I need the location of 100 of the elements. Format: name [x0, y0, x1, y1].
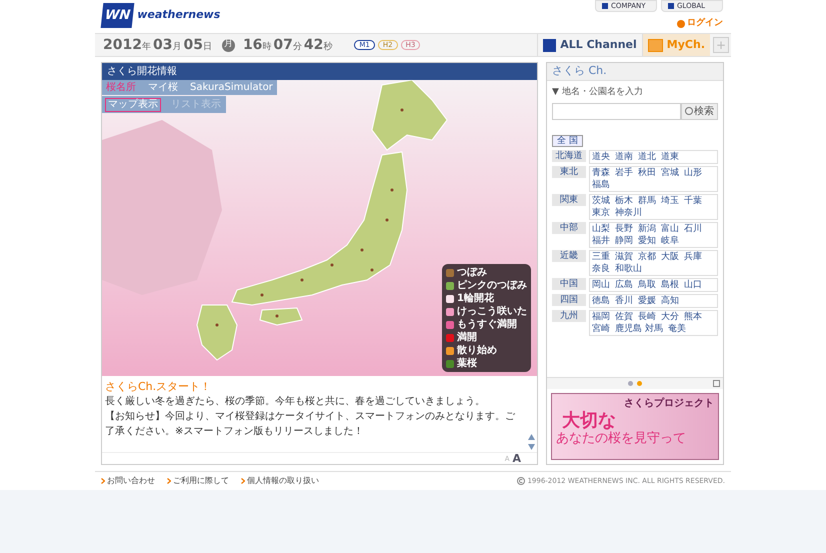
- area-link[interactable]: 道北: [638, 150, 658, 162]
- legend-label: ピンクのつぼみ: [457, 280, 527, 291]
- area-link[interactable]: 高知: [661, 294, 681, 306]
- expand-icon[interactable]: [713, 380, 720, 387]
- region-button[interactable]: 北海道: [552, 150, 586, 162]
- footer-link[interactable]: ご利用に際して: [167, 475, 229, 487]
- banner[interactable]: さくらプロジェクト 大切な あなたの桜を見守って: [551, 393, 719, 460]
- area-link[interactable]: 福井: [592, 234, 612, 246]
- logo-mark[interactable]: WN: [100, 3, 135, 28]
- area-link[interactable]: 愛知: [638, 234, 658, 246]
- region-button[interactable]: 九州: [552, 310, 586, 322]
- region-button[interactable]: 中部: [552, 222, 586, 234]
- date-unit: 時: [262, 40, 272, 54]
- area-link[interactable]: 島根: [661, 278, 681, 290]
- area-link[interactable]: 道東: [661, 150, 681, 162]
- area-link[interactable]: 鹿児島: [615, 322, 642, 334]
- banner-headline: 大切な: [561, 411, 617, 431]
- area-link[interactable]: 埼玉: [661, 194, 681, 206]
- area-link[interactable]: 鳥取: [638, 278, 658, 290]
- region-button[interactable]: 関東: [552, 194, 586, 206]
- date-number: 07: [273, 36, 293, 54]
- search-button[interactable]: 検索: [681, 102, 718, 120]
- area-link[interactable]: 対馬: [645, 322, 665, 334]
- area-link[interactable]: 神奈川: [615, 206, 642, 218]
- area-link[interactable]: 京都: [638, 250, 658, 262]
- region-button[interactable]: 近畿: [552, 250, 586, 262]
- date-number: 42: [304, 36, 324, 54]
- area-link[interactable]: 長崎: [638, 310, 658, 322]
- area-link[interactable]: 石川: [684, 222, 704, 234]
- area-link[interactable]: 宮城: [661, 166, 681, 178]
- area-link[interactable]: 山口: [684, 278, 704, 290]
- news-text: 長く厳しい冬を過ぎたら、桜の季節。今年も桜と共に、春を過ごしていきましょう。: [105, 394, 486, 409]
- area-link[interactable]: 新潟: [638, 222, 658, 234]
- date-unit: 月: [172, 40, 182, 54]
- area-link[interactable]: 岩手: [615, 166, 635, 178]
- search-icon: [685, 107, 693, 115]
- area-link[interactable]: 香川: [615, 294, 635, 306]
- area-link[interactable]: 徳島: [592, 294, 612, 306]
- area-link[interactable]: 富山: [661, 222, 681, 234]
- area-link[interactable]: 東京: [592, 206, 612, 218]
- date-number: 2012: [103, 36, 142, 54]
- banner-tagline: あなたの桜を見守って: [556, 431, 687, 447]
- date-unit: 分: [292, 40, 302, 54]
- area-link[interactable]: 宮崎: [592, 322, 612, 334]
- legend-label: 1輪開花: [457, 293, 494, 304]
- square-icon: [668, 3, 674, 9]
- area-link[interactable]: 広島: [615, 278, 635, 290]
- news-title: さくらCh.スタート！: [105, 379, 212, 394]
- region-button[interactable]: 東北: [552, 166, 586, 178]
- area-link[interactable]: 大阪: [661, 250, 681, 262]
- area-link[interactable]: 長野: [615, 222, 635, 234]
- area-link[interactable]: 熊本: [684, 310, 704, 322]
- area-link[interactable]: 秋田: [638, 166, 658, 178]
- area-link[interactable]: 茨城: [592, 194, 612, 206]
- footer-link[interactable]: 個人情報の取り扱い: [241, 475, 319, 487]
- area-link[interactable]: 道南: [615, 150, 635, 162]
- legend-label: もうすぐ満開: [457, 319, 517, 330]
- chevron-icon: [101, 478, 105, 484]
- area-link[interactable]: 福岡: [592, 310, 612, 322]
- area-link[interactable]: 奈良: [592, 262, 612, 274]
- banner-kicker: さくらプロジェクト: [624, 396, 714, 411]
- area-link[interactable]: 岐阜: [661, 234, 681, 246]
- channel-tab[interactable]: ALL Channel: [537, 34, 642, 56]
- area-link[interactable]: 兵庫: [684, 250, 704, 262]
- area-link[interactable]: 山形: [684, 166, 704, 178]
- area-link[interactable]: 栃木: [615, 194, 635, 206]
- region-button[interactable]: 全 国: [552, 134, 583, 146]
- area-link[interactable]: 岡山: [592, 278, 612, 290]
- area-link[interactable]: 青森: [592, 166, 612, 178]
- region-button[interactable]: 四国: [552, 294, 586, 306]
- logo-text[interactable]: weathernews: [137, 7, 220, 24]
- legend-label: 満開: [457, 332, 477, 343]
- date-number: 16: [242, 36, 262, 54]
- news-text: 【お知らせ】今回より、マイ桜登録はケータイサイト、スマートフォンのみとなります。ご了承ください。※スマートフォン版もリリースしました！: [105, 410, 516, 439]
- copyright-icon: [517, 477, 526, 485]
- area-link[interactable]: 大分: [661, 310, 681, 322]
- scroll-down-icon[interactable]: [528, 444, 534, 450]
- date-number: 05: [183, 36, 203, 54]
- area-link[interactable]: 千葉: [684, 194, 704, 206]
- search-label: ▼ 地名・公園名を入力: [552, 86, 644, 99]
- scroll-up-icon[interactable]: [528, 434, 534, 440]
- region-button[interactable]: 中国: [552, 278, 586, 290]
- area-link[interactable]: 山梨: [592, 222, 612, 234]
- date-number: 03: [152, 36, 172, 54]
- date-unit: 年: [142, 40, 151, 54]
- area-link[interactable]: 群馬: [638, 194, 658, 206]
- area-link[interactable]: 道央: [592, 150, 612, 162]
- area-link[interactable]: 和歌山: [615, 262, 642, 274]
- area-link[interactable]: 奄美: [668, 322, 688, 334]
- area-link[interactable]: 佐賀: [615, 310, 635, 322]
- font-size-button[interactable]: A: [512, 453, 521, 464]
- area-link[interactable]: 三重: [592, 250, 612, 262]
- panel-title: さくら Ch.: [547, 63, 723, 81]
- area-link[interactable]: 愛媛: [638, 294, 658, 306]
- area-link[interactable]: 静岡: [615, 234, 635, 246]
- dropdown-icon: [543, 38, 556, 52]
- area-link[interactable]: 福島: [592, 178, 612, 190]
- footer-link[interactable]: お問い合わせ: [101, 475, 155, 487]
- area-link[interactable]: 滋賀: [615, 250, 635, 262]
- search-field[interactable]: [552, 102, 681, 120]
